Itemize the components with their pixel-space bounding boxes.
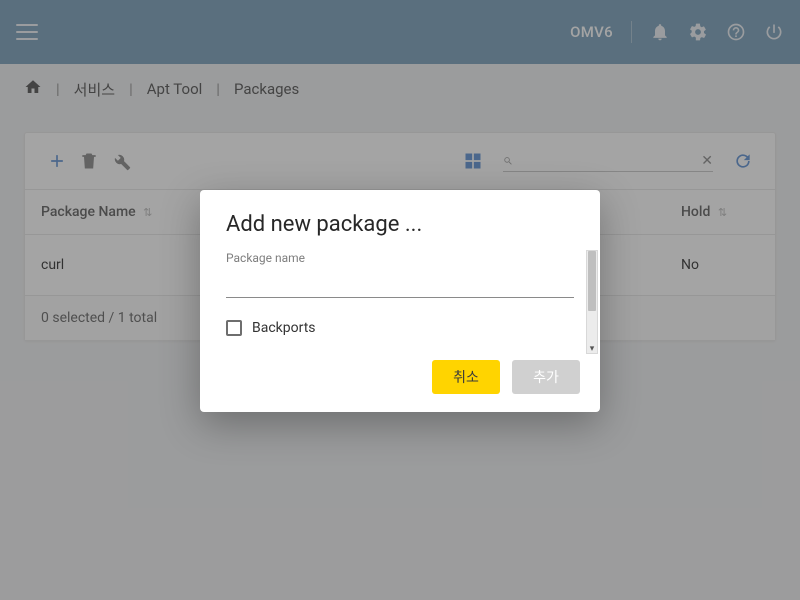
backports-label: Backports bbox=[252, 320, 316, 336]
package-name-input[interactable] bbox=[226, 269, 574, 298]
modal-backdrop[interactable]: Add new package ... Package name Backpor… bbox=[0, 0, 800, 600]
scroll-thumb[interactable] bbox=[588, 251, 596, 311]
cancel-button[interactable]: 취소 bbox=[432, 360, 500, 394]
dialog-title: Add new package ... bbox=[226, 212, 574, 237]
scroll-down-icon[interactable]: ▾ bbox=[587, 343, 597, 355]
backports-checkbox[interactable] bbox=[226, 320, 242, 336]
field-label-package-name: Package name bbox=[226, 251, 574, 265]
add-package-dialog: Add new package ... Package name Backpor… bbox=[200, 190, 600, 412]
dialog-scrollbar[interactable]: ▴ ▾ bbox=[586, 250, 598, 354]
submit-button[interactable]: 추가 bbox=[512, 360, 580, 394]
